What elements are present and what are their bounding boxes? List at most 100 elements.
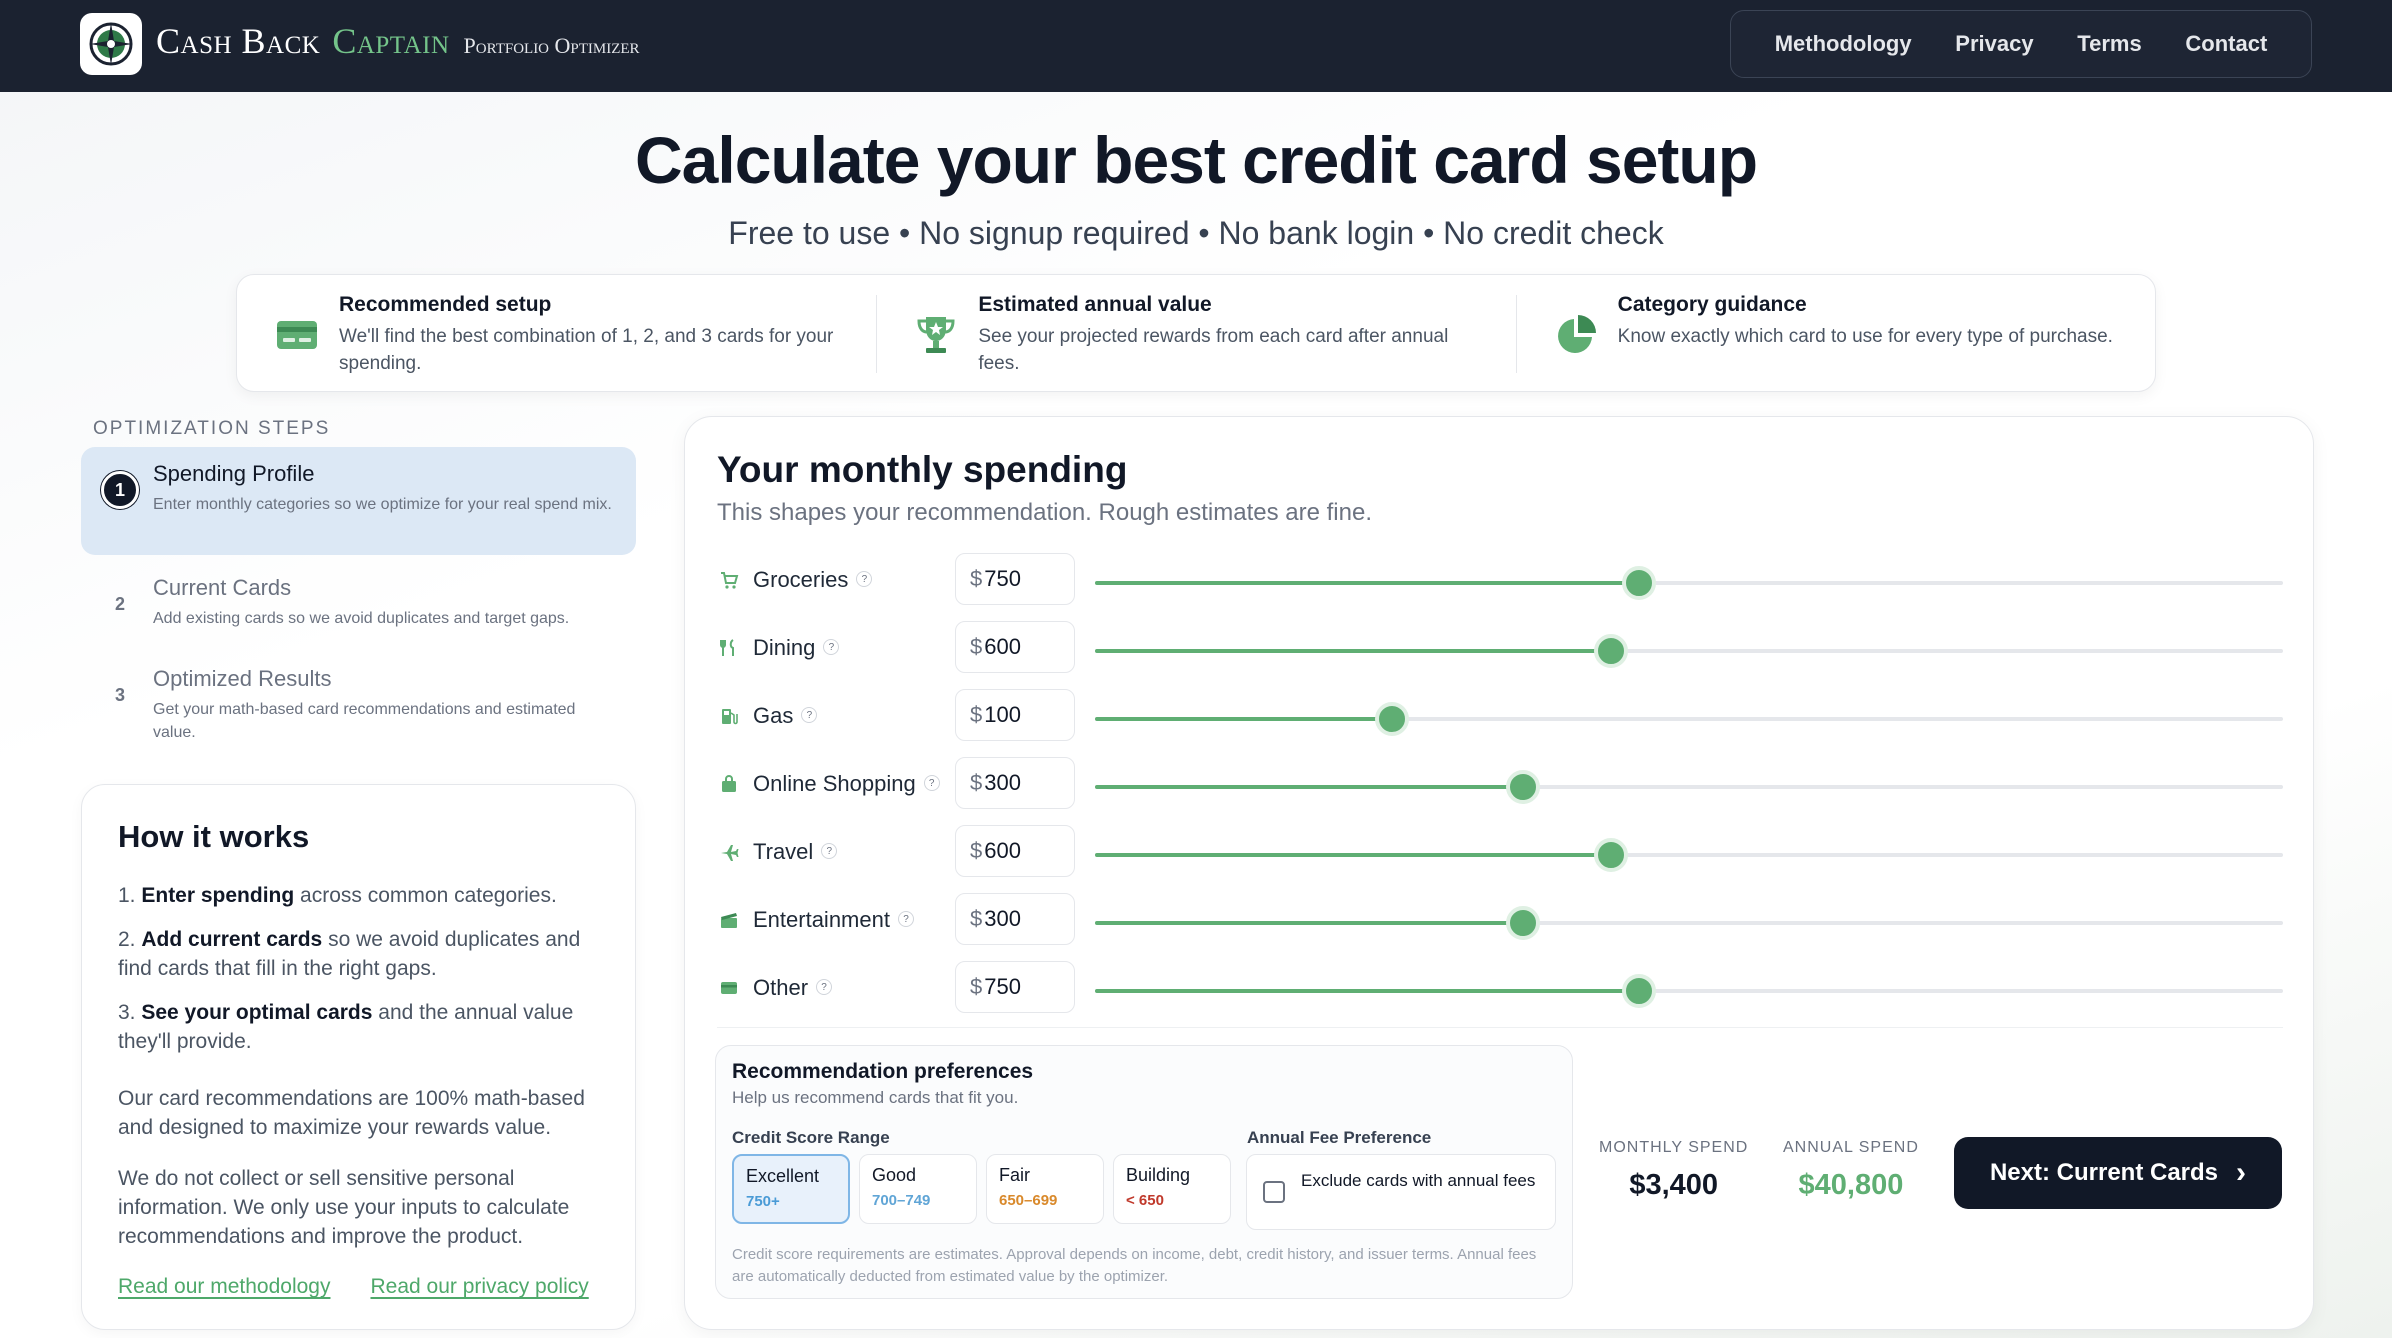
- slider-thumb[interactable]: [1622, 974, 1657, 1008]
- slider-thumb[interactable]: [1375, 702, 1409, 736]
- credit-option-excellent[interactable]: Excellent 750+: [732, 1154, 850, 1224]
- help-icon[interactable]: ?: [821, 843, 838, 860]
- prefs-title: Recommendation preferences: [732, 1060, 1034, 1083]
- step-number: 1: [101, 471, 139, 509]
- step-spending-profile[interactable]: 1 Spending Profile Enter monthly categor…: [81, 447, 636, 555]
- amount-input-online-shopping[interactable]: $300: [955, 757, 1075, 809]
- slider-gas[interactable]: [1095, 702, 2283, 736]
- nav-methodology-link[interactable]: Methodology: [1775, 31, 1912, 57]
- step-optimized-results[interactable]: 3 Optimized Results Get your math-based …: [81, 652, 636, 752]
- how-step-text: across common categories.: [294, 884, 557, 907]
- card-icon: [721, 982, 737, 994]
- how-step-num: 2.: [118, 928, 136, 951]
- amount-value: 600: [984, 838, 1021, 863]
- slider-fill: [1095, 649, 1611, 653]
- help-icon[interactable]: ?: [823, 639, 840, 656]
- category-name: Dining: [753, 635, 816, 660]
- slider-thumb[interactable]: [1593, 634, 1628, 668]
- credit-option-fair[interactable]: Fair 650–699: [986, 1154, 1104, 1224]
- feature-estimated-value: Estimated annual value See your projecte…: [876, 275, 1515, 391]
- slider-thumb[interactable]: [1622, 566, 1657, 600]
- slider-groceries[interactable]: [1095, 566, 2283, 600]
- slider-thumb[interactable]: [1505, 770, 1540, 804]
- amount-input-travel[interactable]: $600: [955, 825, 1075, 877]
- monthly-spending-card: Your monthly spending This shapes your r…: [684, 416, 2314, 1330]
- amount-input-gas[interactable]: $100: [955, 689, 1075, 741]
- help-icon[interactable]: ?: [856, 571, 873, 588]
- amount-input-other[interactable]: $750: [955, 961, 1075, 1013]
- nav-privacy-link[interactable]: Privacy: [1955, 31, 2033, 57]
- spending-title: Your monthly spending: [717, 449, 1128, 490]
- credit-option-range: 750+: [746, 1193, 780, 1210]
- amount-value: 750: [984, 974, 1021, 999]
- slider-entertainment[interactable]: [1095, 906, 2283, 940]
- category-row-online-shopping: Online Shopping? $300: [717, 757, 2283, 811]
- category-name: Gas: [753, 703, 794, 728]
- compass-logo-icon[interactable]: [80, 13, 142, 75]
- feature-text: We'll find the best combination of 1, 2,…: [339, 326, 834, 374]
- next-current-cards-button[interactable]: Next: Current Cards ›: [1954, 1137, 2282, 1209]
- slider-dining[interactable]: [1095, 634, 2283, 668]
- methodology-link[interactable]: Read our methodology: [118, 1275, 330, 1299]
- slider-online-shopping[interactable]: [1095, 770, 2283, 804]
- amount-input-groceries[interactable]: $750: [955, 553, 1075, 605]
- page-title: Calculate your best credit card setup: [634, 123, 1758, 197]
- annual-spend-label: ANNUAL SPEND: [1783, 1139, 1919, 1156]
- credit-option-building[interactable]: Building < 650: [1113, 1154, 1231, 1224]
- page-subtitle: Free to use • No signup required • No ba…: [728, 215, 1664, 251]
- slider-fill: [1095, 989, 1640, 993]
- exclude-fee-checkbox[interactable]: [1263, 1181, 1285, 1203]
- step-description: Enter monthly categories so we optimize …: [153, 496, 612, 513]
- step-current-cards[interactable]: 2 Current Cards Add existing cards so we…: [81, 561, 636, 645]
- slider-other[interactable]: [1095, 974, 2283, 1008]
- amount-input-entertainment[interactable]: $300: [955, 893, 1075, 945]
- slider-travel[interactable]: [1095, 838, 2283, 872]
- steps-heading: OPTIMIZATION STEPS: [93, 418, 331, 439]
- credit-option-label: Good: [872, 1165, 917, 1185]
- spending-lead: This shapes your recommendation. Rough e…: [717, 499, 1372, 526]
- step-title: Spending Profile: [153, 461, 315, 486]
- nav-contact-link[interactable]: Contact: [2185, 31, 2267, 57]
- slider-fill: [1095, 853, 1611, 857]
- nav-terms-link[interactable]: Terms: [2077, 31, 2141, 57]
- math-based-note: Our card recommendations are 100% math-b…: [118, 1087, 585, 1139]
- credit-option-good[interactable]: Good 700–749: [859, 1154, 977, 1224]
- category-name: Other: [753, 975, 809, 1000]
- exclude-annual-fee-option[interactable]: Exclude cards with annual fees: [1246, 1154, 1556, 1230]
- annual-spend-total: ANNUAL SPEND $40,800: [1783, 1139, 1919, 1202]
- help-icon[interactable]: ?: [801, 707, 818, 724]
- help-icon[interactable]: ?: [897, 911, 914, 928]
- brand-name-part2: Captain: [332, 21, 450, 61]
- amount-input-dining[interactable]: $600: [955, 621, 1075, 673]
- help-icon[interactable]: ?: [816, 979, 833, 996]
- feature-title: Estimated annual value: [978, 293, 1212, 316]
- brand-name[interactable]: Cash Back Captain Portfolio Optimizer: [156, 20, 640, 70]
- category-row-groceries: Groceries? $750: [717, 553, 2283, 607]
- amount-value: 300: [984, 770, 1021, 795]
- monthly-spend-total: MONTHLY SPEND $3,400: [1599, 1139, 1748, 1202]
- trophy-icon: [917, 317, 955, 353]
- feature-category-guidance: Category guidance Know exactly which car…: [1515, 275, 2155, 391]
- pie-chart-icon: [1557, 315, 1596, 353]
- prefs-disclaimer: Credit score requirements are estimates.…: [732, 1246, 1537, 1285]
- category-name: Online Shopping: [753, 771, 916, 796]
- cart-icon: [721, 572, 739, 589]
- currency-symbol: $: [970, 974, 983, 999]
- credit-score-options: Excellent 750+ Good 700–749 Fair 650–699…: [732, 1154, 1231, 1224]
- category-label: Travel?: [753, 839, 838, 865]
- slider-thumb[interactable]: [1505, 906, 1540, 940]
- feature-title: Recommended setup: [339, 293, 552, 316]
- step-title: Optimized Results: [153, 666, 332, 691]
- currency-symbol: $: [970, 566, 983, 591]
- category-name: Entertainment: [753, 907, 890, 932]
- category-name: Groceries: [753, 567, 849, 592]
- slider-thumb[interactable]: [1593, 838, 1628, 872]
- help-icon[interactable]: ?: [923, 775, 940, 792]
- amount-value: 300: [984, 906, 1021, 931]
- how-step-num: 3.: [118, 1001, 136, 1024]
- plane-icon: [721, 845, 739, 861]
- how-step-1: 1. Enter spending across common categori…: [118, 881, 599, 910]
- category-label: Dining?: [753, 635, 840, 661]
- privacy-policy-link[interactable]: Read our privacy policy: [370, 1275, 588, 1299]
- main-nav: Methodology Privacy Terms Contact: [1730, 10, 2312, 78]
